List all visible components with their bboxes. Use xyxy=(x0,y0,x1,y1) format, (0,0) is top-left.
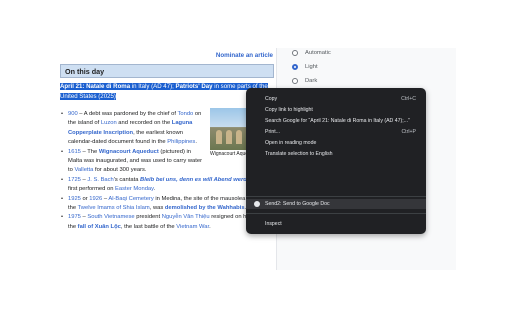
item-bold-link[interactable]: demolished by the Wahhabis xyxy=(165,205,245,211)
section-heading: On this day xyxy=(60,64,274,78)
radio-selected-icon[interactable] xyxy=(292,64,298,70)
item-bold-link[interactable]: fall of Xuân Lộc xyxy=(78,224,121,230)
item-link[interactable]: Philippines xyxy=(167,139,195,145)
list-item: 900 – A debt was pardoned by the chief o… xyxy=(60,110,274,148)
menu-separator xyxy=(246,213,426,214)
year-link[interactable]: 1725 xyxy=(68,177,81,183)
year-link[interactable]: 1925 xyxy=(68,196,81,202)
menu-item-inspect[interactable]: Inspect xyxy=(246,219,426,229)
context-menu: Copy Ctrl+C Copy link to highlight Search… xyxy=(246,88,426,234)
extension-icon xyxy=(254,201,260,207)
item-link[interactable]: J. S. Bach xyxy=(87,177,113,183)
menu-item-print[interactable]: Print... Ctrl+P xyxy=(246,127,426,137)
menu-item-reading-mode[interactable]: Open in reading mode xyxy=(246,138,426,148)
year-link[interactable]: 1926 xyxy=(89,196,102,202)
item-link[interactable]: Tondo xyxy=(177,111,193,117)
radio-dark[interactable]: Dark xyxy=(292,78,317,84)
headline-event-link-1[interactable]: Natale di Roma xyxy=(86,83,130,90)
selected-headline[interactable]: April 21: Natale di Roma in Italy (AD 47… xyxy=(60,82,274,101)
list-item: 1725 – J. S. Bach's cantata Bleib bei un… xyxy=(60,176,274,195)
radio-circle-icon[interactable] xyxy=(292,50,298,56)
article-column: Nominate an article On this day April 21… xyxy=(56,48,277,270)
year-link[interactable]: 900 xyxy=(68,111,78,117)
menu-item-copy[interactable]: Copy Ctrl+C xyxy=(246,94,426,104)
headline-date: April 21 xyxy=(60,83,83,90)
item-link[interactable]: Vietnam War xyxy=(176,224,209,230)
item-bold-link[interactable]: Wignacourt Aqueduct xyxy=(99,149,159,155)
list-item: 1925 or 1926 – Al-Baqi Cemetery in Medin… xyxy=(60,195,274,214)
list-item: 1615 – The Wignacourt Aqueduct (pictured… xyxy=(60,148,274,176)
headline-text-1: in Italy (AD 47); xyxy=(130,83,176,90)
radio-circle-icon[interactable] xyxy=(292,78,298,84)
menu-item-translate[interactable]: Translate selection to English xyxy=(246,149,426,159)
headline-event-link-2[interactable]: Patriots' Day xyxy=(176,83,213,90)
item-link[interactable]: Luzon xyxy=(101,120,117,126)
radio-automatic[interactable]: Automatic xyxy=(292,50,331,56)
menu-separator xyxy=(246,196,426,197)
menu-item-search-google[interactable]: Search Google for “April 21: Natale di R… xyxy=(246,116,426,126)
item-link[interactable]: Twelve Imams of Shia Islam xyxy=(78,205,150,211)
events-list: 900 – A debt was pardoned by the chief o… xyxy=(60,110,274,232)
menu-item-send2-extension[interactable]: Send2: Send to Google Doc xyxy=(246,199,426,209)
menu-item-copy-link-to-highlight[interactable]: Copy link to highlight xyxy=(246,105,426,115)
item-link[interactable]: Easter Monday xyxy=(115,186,154,192)
nominate-link[interactable]: Nominate an article xyxy=(216,52,273,59)
item-link[interactable]: Al-Baqi Cemetery xyxy=(108,196,153,202)
year-link[interactable]: 1615 xyxy=(68,149,81,155)
list-item: 1975 – South Vietnamese president Nguyễn… xyxy=(60,213,274,232)
item-link[interactable]: Valletta xyxy=(74,167,93,173)
radio-light[interactable]: Light xyxy=(292,64,318,70)
item-bold-link[interactable]: Bleib bei uns, denn es will Abend werden xyxy=(140,177,254,183)
item-link[interactable]: South Vietnamese xyxy=(87,214,134,220)
year-link[interactable]: 1975 xyxy=(68,214,81,220)
item-link[interactable]: Nguyễn Văn Thiệu xyxy=(162,214,210,220)
